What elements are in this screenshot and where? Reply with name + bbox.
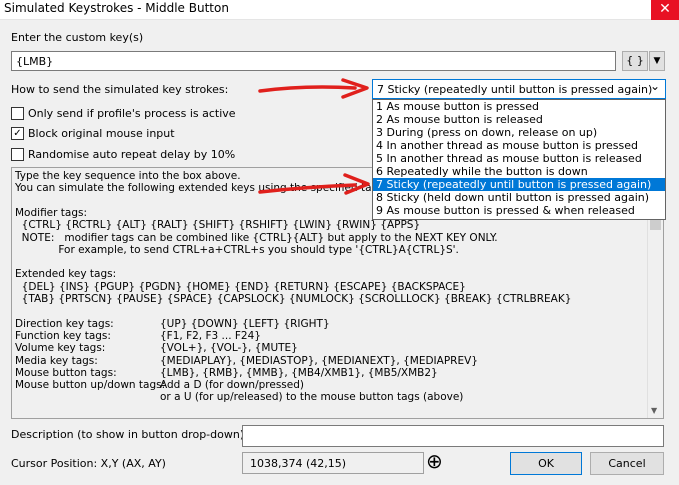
annotation-arrow-bottom bbox=[258, 173, 370, 195]
help-table-key: Mouse button tags: bbox=[15, 366, 117, 379]
send-mode-option[interactable]: 5 In another thread as mouse button is r… bbox=[373, 152, 665, 165]
help-table-value: {VOL+}, {VOL-}, {MUTE} bbox=[160, 342, 298, 355]
window-title: Simulated Keystrokes - Middle Button bbox=[4, 1, 229, 15]
insert-tag-button[interactable]: { } bbox=[622, 51, 648, 71]
custom-key-input[interactable]: {LMB} bbox=[11, 51, 616, 71]
block-input-label: Block original mouse input bbox=[28, 127, 175, 140]
send-mode-selected: 7 Sticky (repeatedly until button is pre… bbox=[377, 83, 653, 96]
custom-key-value: {LMB} bbox=[16, 55, 54, 68]
close-icon: ✕ bbox=[659, 1, 671, 17]
send-mode-option[interactable]: 2 As mouse button is released bbox=[373, 113, 665, 126]
help-line: {DEL} {INS} {PGUP} {PGDN} {HOME} {END} {… bbox=[15, 280, 466, 293]
braces-icon: { } bbox=[626, 54, 644, 67]
help-line: Type the key sequence into the box above… bbox=[15, 170, 241, 182]
ok-button[interactable]: OK bbox=[510, 452, 582, 475]
custom-key-label: Enter the custom key(s) bbox=[11, 31, 144, 44]
help-table-value: {UP} {DOWN} {LEFT} {RIGHT} bbox=[160, 317, 330, 330]
help-line: NOTE: modifier tags can be combined like… bbox=[15, 231, 498, 244]
help-table-key: Volume key tags: bbox=[15, 342, 106, 355]
crosshair-target-icon[interactable]: ⊕ bbox=[426, 450, 443, 472]
send-mode-label: How to send the simulated key strokes: bbox=[11, 83, 229, 96]
help-table-value: {MEDIAPLAY}, {MEDIASTOP}, {MEDIANEXT}, {… bbox=[160, 354, 478, 367]
help-table-value: {F1, F2, F3 ... F24} bbox=[160, 329, 261, 342]
send-mode-select[interactable]: 7 Sticky (repeatedly until button is pre… bbox=[372, 79, 666, 99]
block-input-checkbox[interactable]: ✓ bbox=[11, 127, 24, 140]
cursor-position-value: 1038,374 (42,15) bbox=[250, 457, 347, 470]
help-table-value: {LMB}, {RMB}, {MMB}, {MB4/XMB1}, {MB5/XM… bbox=[160, 366, 438, 379]
ok-label: OK bbox=[538, 457, 554, 470]
send-mode-option[interactable]: 4 In another thread as mouse button is p… bbox=[373, 139, 665, 152]
only-send-checkbox[interactable] bbox=[11, 107, 24, 120]
randomise-label: Randomise auto repeat delay by 10% bbox=[28, 148, 236, 161]
cancel-label: Cancel bbox=[608, 457, 646, 470]
cursor-position-field: 1038,374 (42,15) bbox=[242, 452, 424, 474]
title-bar: Simulated Keystrokes - Middle Button ✕ bbox=[0, 0, 679, 20]
send-mode-option[interactable]: 8 Sticky (held down until button is pres… bbox=[373, 191, 665, 204]
help-line: {TAB} {PRTSCN} {PAUSE} {SPACE} {CAPSLOCK… bbox=[15, 293, 572, 305]
send-mode-option[interactable]: 3 During (press on down, release on up) bbox=[373, 126, 665, 139]
randomise-checkbox[interactable] bbox=[11, 148, 24, 161]
tag-menu-button[interactable]: ▼ bbox=[649, 51, 665, 71]
help-line: Modifier tags: bbox=[15, 206, 88, 219]
send-mode-option[interactable]: 6 Repeatedly while the button is down bbox=[373, 165, 665, 178]
check-icon: ✓ bbox=[13, 128, 22, 139]
send-mode-option[interactable]: 1 As mouse button is pressed bbox=[373, 100, 665, 113]
help-line: Extended key tags: bbox=[15, 268, 117, 281]
send-mode-options: 1 As mouse button is pressed 2 As mouse b… bbox=[372, 99, 666, 220]
help-table-key: Function key tags: bbox=[15, 329, 111, 342]
chevron-down-icon: ⌄ bbox=[649, 79, 660, 93]
help-line: For example, to send CTRL+a+CTRL+s you s… bbox=[15, 243, 459, 256]
send-mode-option[interactable]: 7 Sticky (repeatedly until button is pre… bbox=[373, 178, 665, 191]
cursor-position-label: Cursor Position: X,Y (AX, AY) bbox=[11, 457, 166, 470]
help-table-value: Add a D (for down/pressed) bbox=[160, 379, 304, 392]
cancel-button[interactable]: Cancel bbox=[590, 452, 664, 475]
scroll-down-icon: ▼ bbox=[651, 406, 658, 415]
annotation-arrow-top bbox=[258, 78, 369, 99]
description-label: Description (to show in button drop-down… bbox=[11, 428, 245, 441]
help-line: {CTRL} {RCTRL} {ALT} {RALT} {SHIFT} {RSH… bbox=[15, 219, 421, 232]
chevron-down-icon: ▼ bbox=[653, 56, 661, 66]
description-input[interactable] bbox=[242, 425, 664, 447]
only-send-label: Only send if profile's process is active bbox=[28, 107, 236, 120]
close-button[interactable]: ✕ bbox=[651, 0, 679, 20]
help-table-key: Mouse button up/down tags: bbox=[15, 379, 166, 392]
send-mode-option[interactable]: 9 As mouse button is pressed & when rele… bbox=[373, 204, 665, 217]
help-table-value: or a U (for up/released) to the mouse bu… bbox=[160, 391, 464, 404]
help-table-key: Media key tags: bbox=[15, 354, 98, 367]
help-table-key: Direction key tags: bbox=[15, 317, 114, 330]
